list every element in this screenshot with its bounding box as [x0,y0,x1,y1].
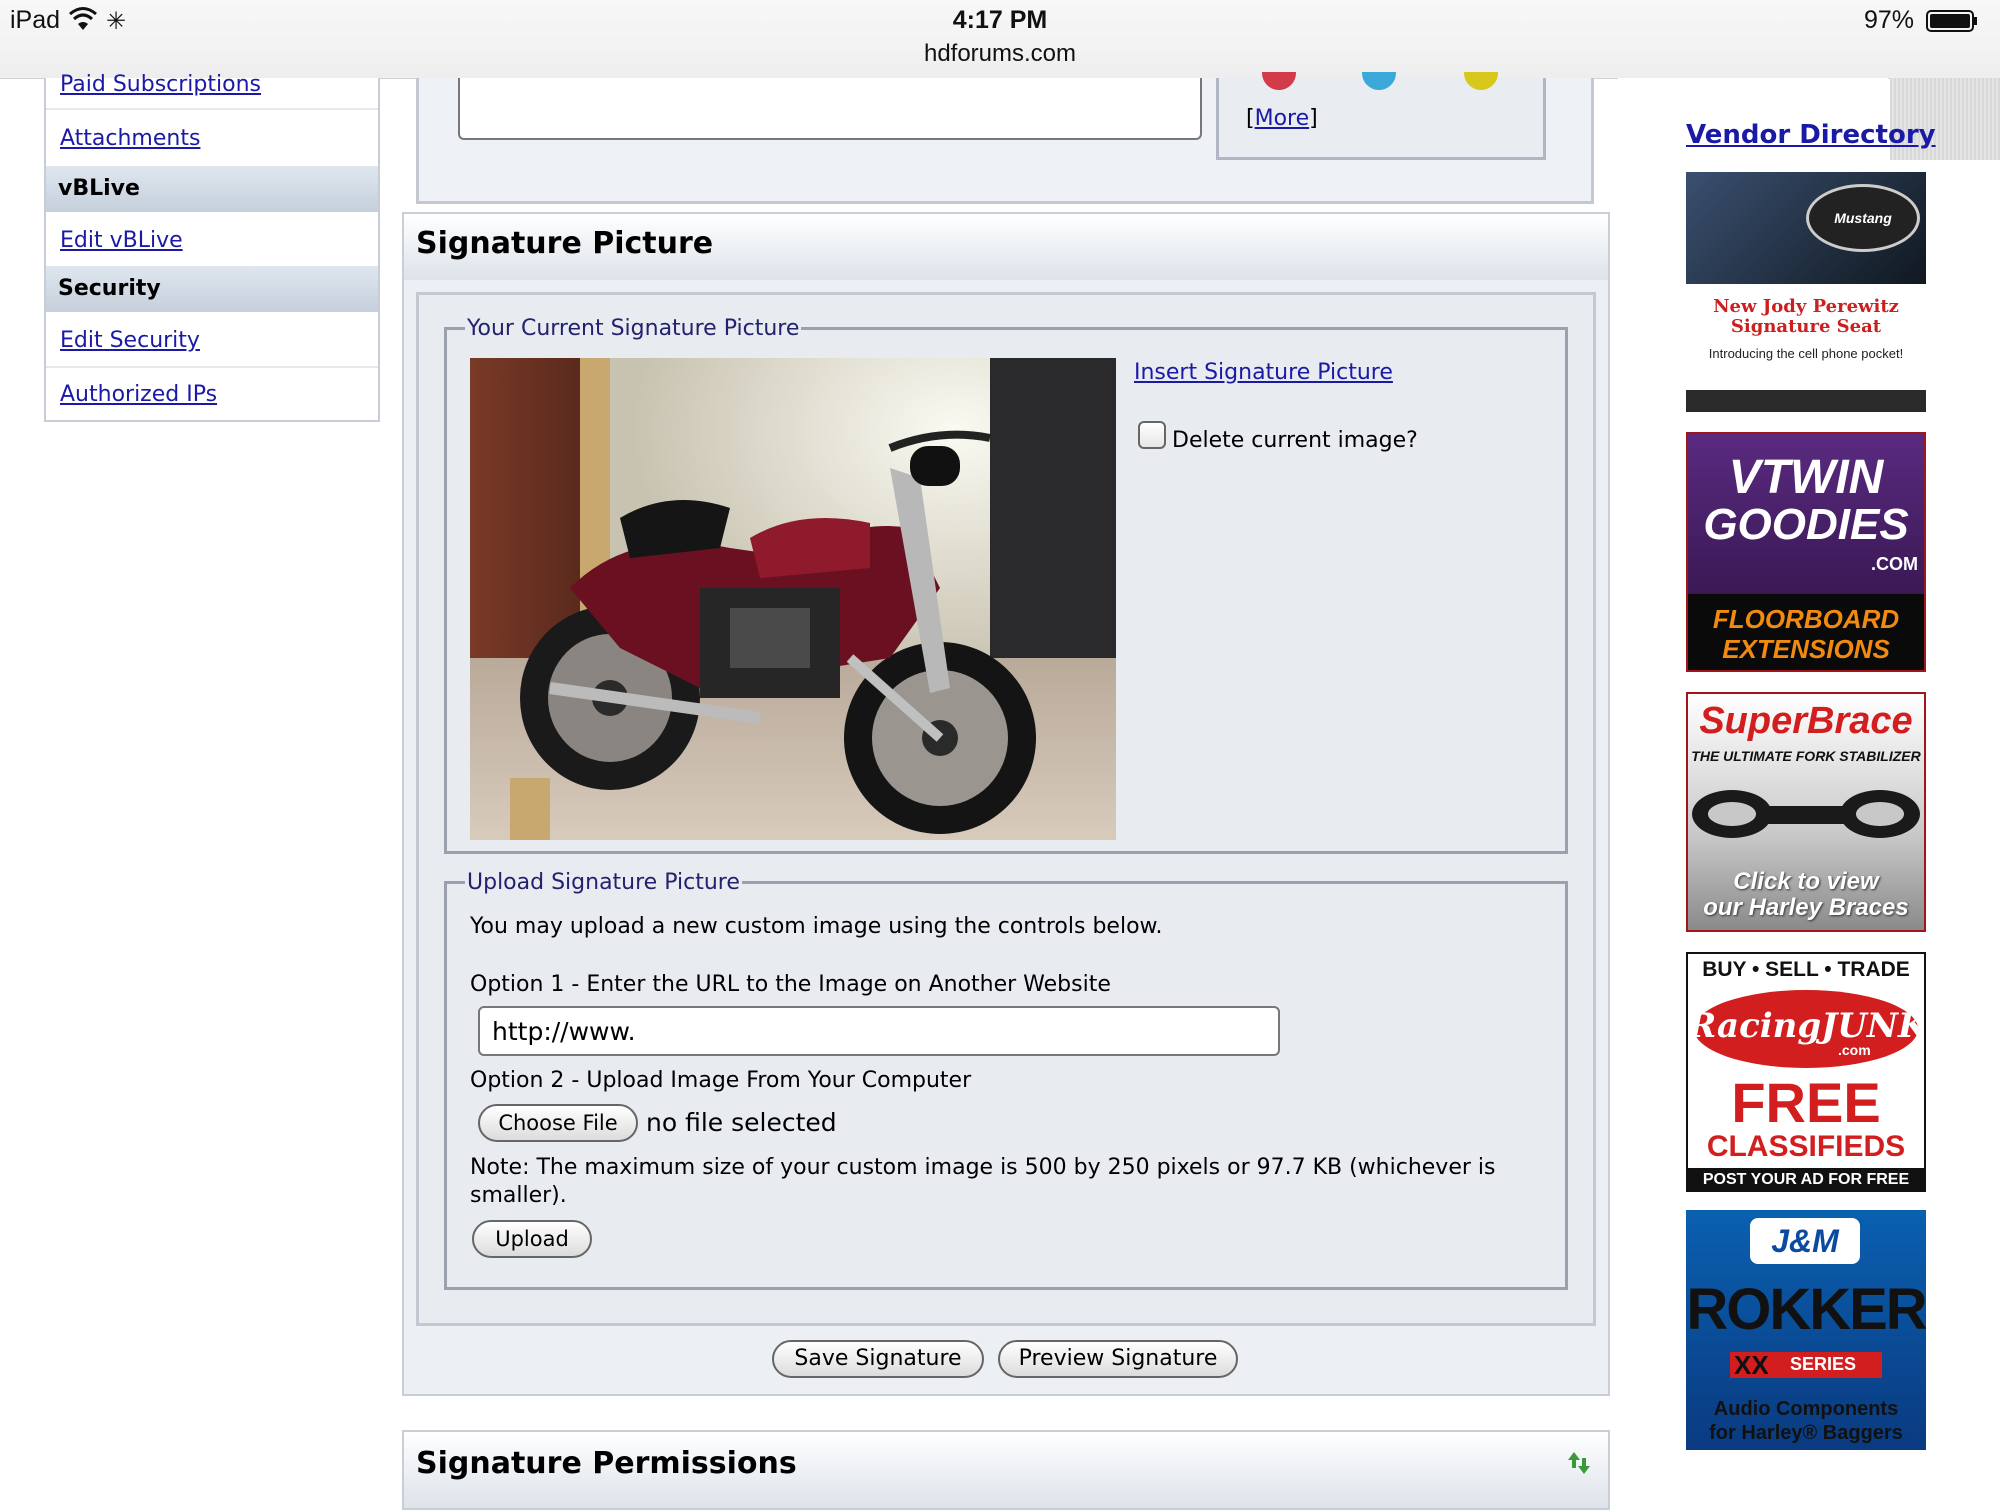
ad-classifieds: CLASSIFIEDS [1706,1130,1906,1163]
sidebar-item-paid-subscriptions[interactable]: Paid Subscriptions [60,72,261,97]
ad-logo-line3: .COM [1871,554,1918,574]
upload-intro-text: You may upload a new custom image using … [470,914,1163,939]
ad-desc-line2: for Harley® Baggers [1709,1422,1903,1444]
ad-mustang-seat[interactable]: Mustang New Jody Perewitz Signature Seat… [1686,172,1926,412]
delete-image-checkbox[interactable] [1138,421,1166,449]
fork-brace-icon [1692,790,1920,838]
option1-label: Option 1 - Enter the URL to the Image on… [470,972,1111,997]
ad-tag-line1: FLOORBOARD [1712,604,1900,634]
ad-superbrace[interactable]: SuperBrace THE ULTIMATE FORK STABILIZER … [1686,692,1926,932]
page-url[interactable]: hdforums.com [0,40,2000,68]
sidebar-item-edit-vblive[interactable]: Edit vBLive [60,228,183,253]
sidebar-item-edit-security[interactable]: Edit Security [60,328,200,353]
signature-text-editor[interactable] [458,78,1202,140]
ad-headline: New Jody Perewitz [1713,296,1899,317]
save-signature-button[interactable]: Save Signature [772,1340,984,1378]
file-status: no file selected [646,1108,837,1137]
fieldset-legend: Upload Signature Picture [467,870,740,895]
ad-cta-line2: our Harley Braces [1703,894,1909,921]
ad-header: BUY • SELL • TRADE [1702,958,1910,981]
bracket-open: [ [1246,106,1255,131]
ad-headline-2: Signature Seat [1730,316,1882,337]
ad-logo: SuperBrace [1699,700,1913,742]
sidebar-item-authorized-ips[interactable]: Authorized IPs [60,382,217,407]
ad-product: ROKKER [1686,1277,1926,1342]
clock: 4:17 PM [952,6,1048,34]
ad-logo-line1: VTWIN [1728,451,1884,504]
ad-footer: POST YOUR AD FOR FREE [1688,1168,1924,1190]
battery-icon [1926,10,1977,32]
ad-racingjunk[interactable]: BUY • SELL • TRADE RacingJUNK .com FREE … [1686,952,1926,1192]
ad-jm-rokker[interactable]: J&M ROKKER XX SERIES Audio Components fo… [1686,1210,1926,1450]
ad-image-strip [1686,390,1926,412]
more-smilies: [More] [1246,106,1318,131]
sidebar-item-attachments[interactable]: Attachments [60,126,200,151]
choose-file-button[interactable]: Choose File [478,1104,638,1142]
delete-image-label: Delete current image? [1172,428,1418,453]
size-note: Note: The maximum size of your custom im… [470,1155,1496,1208]
ios-status-bar: iPad ✳ 4:17 PM hdforums.com 97% [0,0,2000,79]
battery-percent: 97% [1863,6,1914,34]
page-title: Signature Picture [416,226,714,261]
insert-signature-picture-link[interactable]: Insert Signature Picture [1134,360,1393,385]
sidebar-section-security: Security [46,266,378,312]
ad-logo-line2: GOODIES [1703,500,1909,549]
collapse-toggle-icon[interactable] [1564,1448,1594,1478]
ad-free: FREE [1731,1071,1881,1134]
ad-cta-line1: Click to view [1733,868,1879,895]
more-smilies-link[interactable]: More [1255,106,1310,131]
ad-tag-line2: EXTENSIONS [1722,634,1890,664]
user-cp-sidebar: Paid Subscriptions Attachments vBLive Ed… [44,72,380,422]
vendor-directory-link[interactable]: Vendor Directory [1686,120,1936,150]
ad-tagline: THE ULTIMATE FORK STABILIZER [1691,748,1921,764]
option2-label: Option 2 - Upload Image From Your Comput… [470,1068,972,1093]
preview-signature-button[interactable]: Preview Signature [998,1340,1238,1378]
ad-subtext: Introducing the cell phone pocket! [1708,346,1904,361]
upload-button[interactable]: Upload [472,1220,592,1258]
section-title: Signature Permissions [416,1446,797,1481]
sidebar-section-vblive: vBLive [46,166,378,212]
divider [46,108,378,110]
jm-logo: J&M [1750,1218,1860,1264]
mustang-logo: Mustang [1806,184,1920,252]
signature-image [470,358,1116,840]
ad-desc-line1: Audio Components [1713,1398,1899,1420]
ad-logo-text: RacingJUNK [1688,1006,1926,1046]
divider [46,366,378,368]
ad-logo-suffix: .com [1838,1042,1871,1058]
ad-series-xx: XX [1734,1350,1769,1380]
ad-series-label: SERIES [1790,1354,1857,1374]
ad-vtwin-goodies[interactable]: VTWIN GOODIES .COM FLOORBOARD EXTENSIONS [1686,432,1926,672]
bracket-close: ] [1309,106,1318,131]
image-url-input[interactable] [478,1006,1280,1056]
fieldset-legend: Your Current Signature Picture [467,316,800,341]
